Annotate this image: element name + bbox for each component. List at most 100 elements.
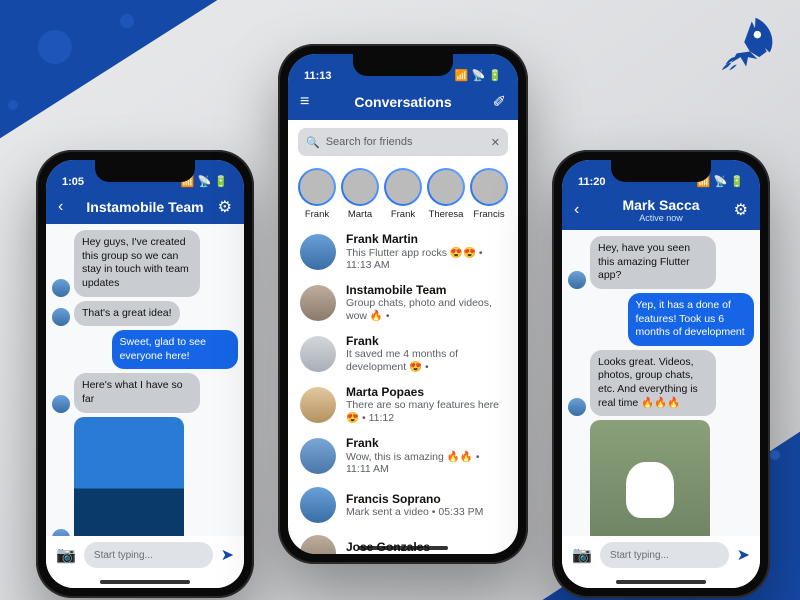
phone-left: 1:05 📶 📡 🔋 ‹ Instamobile Team ⚙ Hey guys… — [36, 150, 254, 598]
conversation-preview: There are so many features here 😍 • 11:1… — [346, 399, 506, 424]
decor-dot — [8, 100, 18, 110]
screen-left: 1:05 📶 📡 🔋 ‹ Instamobile Team ⚙ Hey guys… — [46, 160, 244, 588]
status-time: 11:20 — [578, 176, 606, 188]
home-indicator — [616, 580, 706, 584]
chat-header: ‹ Instamobile Team ⚙ — [46, 190, 244, 224]
chat-title: Instamobile Team — [86, 199, 203, 215]
status-time: 1:05 — [62, 176, 84, 188]
send-icon[interactable]: ➤ — [737, 545, 750, 565]
promo-stage: 1:05 📶 📡 🔋 ‹ Instamobile Team ⚙ Hey guys… — [0, 0, 800, 600]
screen-right: 11:20 📶 📡 🔋 ‹ Mark Sacca Active now ⚙ He… — [562, 160, 760, 588]
story-name: Francis — [473, 209, 504, 220]
conversation-item[interactable]: Jose GonzalesAsd • 09:15 PM — [288, 529, 518, 554]
avatar — [300, 535, 336, 554]
status-right: 📶 📡 🔋 — [455, 69, 502, 82]
screen-center: 11:13 📶 📡 🔋 ≡ Conversations ✐ 🔍 Search f… — [288, 54, 518, 554]
phone-center: 11:13 📶 📡 🔋 ≡ Conversations ✐ 🔍 Search f… — [278, 44, 528, 564]
message-incoming[interactable]: That's a great idea! — [74, 301, 180, 327]
home-indicator — [100, 580, 190, 584]
message-incoming[interactable]: Here's what I have so far — [74, 373, 200, 412]
avatar — [300, 438, 336, 474]
message-row: Yep, it has a done of features! Took us … — [568, 293, 754, 346]
decor-triangle-tl — [0, 0, 219, 139]
conversation-meta: Instamobile TeamGroup chats, photo and v… — [346, 283, 506, 322]
stories-row[interactable]: FrankMartaFrankTheresaFrancis — [288, 164, 518, 226]
message-outgoing[interactable]: Yep, it has a done of features! Took us … — [628, 293, 754, 346]
story-avatar — [384, 168, 422, 206]
avatar[interactable] — [52, 308, 70, 326]
message-outgoing[interactable]: Sweet, glad to see everyone here! — [112, 330, 238, 369]
story-item[interactable]: Theresa — [427, 168, 465, 220]
new-chat-icon[interactable]: ✐ — [493, 92, 506, 112]
conversation-meta: Francis SopranoMark sent a video • 05:33… — [346, 492, 483, 518]
conversation-list[interactable]: Frank MartinThis Flutter app rocks 😍😍 • … — [288, 226, 518, 554]
back-icon[interactable]: ‹ — [58, 198, 63, 216]
message-row — [52, 417, 238, 536]
conversation-meta: Frank MartinThis Flutter app rocks 😍😍 • … — [346, 232, 506, 271]
conversation-name: Marta Popaes — [346, 385, 506, 399]
message-row: Sweet, glad to see everyone here! — [52, 330, 238, 369]
message-input[interactable]: Start typing... — [600, 542, 729, 568]
story-avatar — [341, 168, 379, 206]
image-attachment[interactable] — [590, 420, 710, 536]
story-item[interactable]: Frank — [298, 168, 336, 220]
conversation-item[interactable]: Marta PopaesThere are so many features h… — [288, 379, 518, 430]
avatar[interactable] — [52, 279, 70, 297]
search-icon: 🔍 — [306, 136, 320, 149]
search-placeholder: Search for friends — [326, 136, 485, 148]
conversation-item[interactable]: FrankIt saved me 4 months of development… — [288, 328, 518, 379]
gear-icon[interactable]: ⚙ — [734, 200, 748, 220]
avatar[interactable] — [52, 529, 70, 536]
avatar — [300, 487, 336, 523]
story-name: Frank — [305, 209, 329, 220]
conversation-item[interactable]: Francis SopranoMark sent a video • 05:33… — [288, 481, 518, 529]
phone-right: 11:20 📶 📡 🔋 ‹ Mark Sacca Active now ⚙ He… — [552, 150, 770, 598]
avatar[interactable] — [568, 398, 586, 416]
chat-body[interactable]: Hey, have you seen this amazing Flutter … — [562, 230, 760, 536]
story-avatar — [427, 168, 465, 206]
conversation-preview: It saved me 4 months of development 😍 • — [346, 348, 506, 373]
message-input[interactable]: Start typing... — [84, 542, 213, 568]
story-item[interactable]: Francis — [470, 168, 508, 220]
rocket-icon — [718, 14, 778, 74]
home-indicator — [358, 546, 448, 550]
avatar[interactable] — [52, 395, 70, 413]
page-title: Conversations — [354, 94, 451, 110]
conversation-preview: Group chats, photo and videos, wow 🔥 • — [346, 297, 506, 322]
message-incoming[interactable]: Looks great. Videos, photos, group chats… — [590, 350, 716, 417]
menu-icon[interactable]: ≡ — [300, 93, 309, 111]
message-incoming[interactable]: Hey, have you seen this amazing Flutter … — [590, 236, 716, 289]
chat-title: Mark Sacca — [622, 197, 699, 213]
story-name: Marta — [348, 209, 372, 220]
send-icon[interactable]: ➤ — [221, 545, 234, 565]
message-row: Here's what I have so far — [52, 373, 238, 412]
search-input[interactable]: 🔍 Search for friends ✕ — [298, 128, 508, 156]
message-row — [568, 420, 754, 536]
message-row: Looks great. Videos, photos, group chats… — [568, 350, 754, 417]
story-item[interactable]: Frank — [384, 168, 422, 220]
conversation-preview: Mark sent a video • 05:33 PM — [346, 506, 483, 518]
conversation-name: Francis Soprano — [346, 492, 483, 506]
camera-icon[interactable]: 📷 — [572, 545, 592, 565]
gear-icon[interactable]: ⚙ — [218, 197, 232, 217]
conversation-name: Frank — [346, 334, 506, 348]
back-icon[interactable]: ‹ — [574, 201, 579, 219]
status-time: 11:13 — [304, 70, 332, 82]
story-item[interactable]: Marta — [341, 168, 379, 220]
image-attachment[interactable] — [74, 417, 184, 536]
conversation-name: Frank — [346, 436, 506, 450]
clear-icon[interactable]: ✕ — [491, 136, 500, 149]
decor-dot — [38, 30, 72, 64]
avatar — [300, 234, 336, 270]
camera-icon[interactable]: 📷 — [56, 545, 76, 565]
conversation-item[interactable]: Instamobile TeamGroup chats, photo and v… — [288, 277, 518, 328]
conversation-item[interactable]: FrankWow, this is amazing 🔥🔥 • 11:11 AM — [288, 430, 518, 481]
decor-dot — [770, 450, 780, 460]
message-incoming[interactable]: Hey guys, I've created this group so we … — [74, 230, 200, 297]
decor-dot — [120, 14, 134, 28]
phone-notch — [353, 54, 453, 76]
chat-body[interactable]: Hey guys, I've created this group so we … — [46, 224, 244, 536]
avatar — [300, 387, 336, 423]
avatar[interactable] — [568, 271, 586, 289]
conversation-item[interactable]: Frank MartinThis Flutter app rocks 😍😍 • … — [288, 226, 518, 277]
